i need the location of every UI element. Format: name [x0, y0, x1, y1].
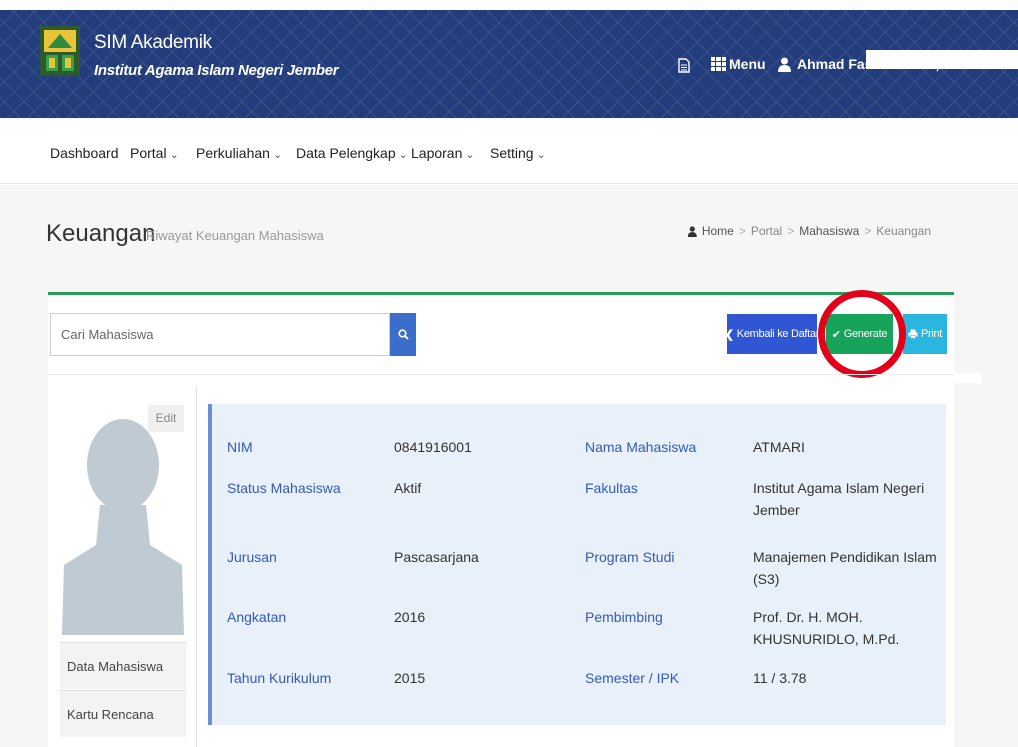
generate-button[interactable]: ✔ Generate	[826, 314, 893, 354]
menu-button[interactable]: Menu	[711, 56, 766, 72]
column-divider	[196, 386, 197, 747]
breadcrumb-separator: >	[738, 224, 746, 238]
value-status: Aktif	[394, 480, 422, 496]
breadcrumb-portal[interactable]: Portal	[751, 224, 782, 238]
nav-label: Setting	[490, 145, 534, 161]
value-tahun-kurikulum: 2015	[394, 670, 426, 686]
label-program-studi: Program Studi	[585, 549, 675, 565]
breadcrumb-mahasiswa[interactable]: Mahasiswa	[799, 224, 859, 238]
label-jurusan: Jurusan	[227, 549, 277, 565]
institution-name: Institut Agama Islam Negeri Jember	[94, 62, 339, 79]
label-nama: Nama Mahasiswa	[585, 439, 697, 455]
label-semester-ipk: Semester / IPK	[585, 670, 680, 686]
nav-label: Laporan	[411, 145, 463, 161]
breadcrumb: Home > Portal > Mahasiswa > Keuangan	[687, 224, 931, 238]
nav-label: Perkuliahan	[196, 145, 270, 161]
grid-icon	[711, 57, 726, 71]
label-fakultas: Fakultas	[585, 480, 638, 496]
print-button[interactable]: Print	[903, 314, 947, 354]
breadcrumb-home[interactable]: Home	[702, 224, 734, 238]
nav-perkuliahan[interactable]: Perkuliahan ⌄	[196, 145, 282, 161]
check-icon: ✔	[831, 328, 841, 341]
document-icon[interactable]	[678, 58, 690, 73]
nav-dashboard[interactable]: Dashboard	[50, 145, 119, 161]
app-title: SIM Akademik	[94, 32, 212, 53]
label-status: Status Mahasiswa	[227, 480, 341, 496]
page-subtitle: Riwayat Keuangan Mahasiswa	[146, 228, 324, 243]
label-tahun-kurikulum: Tahun Kurikulum	[227, 670, 332, 686]
edit-photo-button[interactable]: Edit	[148, 405, 184, 432]
value-pembimbing: Prof. Dr. H. MOH. KHUSNURIDLO, M.Pd.	[753, 609, 900, 647]
chevron-down-icon: ⌄	[272, 149, 283, 161]
print-label: Print	[920, 328, 943, 340]
nav-portal[interactable]: Portal ⌄	[130, 145, 179, 161]
breadcrumb-separator: >	[787, 224, 795, 238]
value-nim: 0841916001	[394, 439, 472, 455]
user-icon	[778, 57, 791, 72]
value-program-studi: Manajemen Pendidikan Islam (S3)	[753, 549, 937, 587]
nav-setting[interactable]: Setting ⌄	[490, 145, 546, 161]
nav-label: Portal	[130, 145, 167, 161]
label-nim: NIM	[227, 439, 253, 455]
nav-label: Dashboard	[50, 145, 119, 161]
generate-label: Generate	[843, 328, 888, 340]
chevron-down-icon: ⌄	[465, 149, 475, 161]
value-nama: ATMARI	[753, 439, 805, 455]
back-label: Kembali ke Daftar	[736, 328, 820, 340]
nav-data-pelengkap[interactable]: Data Pelengkap ⌄	[296, 145, 408, 161]
breadcrumb-separator: >	[864, 224, 872, 238]
value-semester-ipk: 11 / 3.78	[753, 670, 807, 686]
avatar-placeholder-icon	[62, 419, 184, 635]
card-divider	[48, 374, 954, 375]
label-pembimbing: Pembimbing	[585, 609, 663, 625]
value-angkatan: 2016	[394, 609, 426, 625]
side-link-kartu-rencana-studi[interactable]: Kartu Rencana Studi	[60, 690, 186, 737]
breadcrumb-keuangan: Keuangan	[876, 224, 931, 238]
chevron-left-icon: ❮	[724, 328, 734, 341]
label-angkatan: Angkatan	[227, 609, 287, 625]
home-icon	[687, 225, 697, 237]
search-icon	[397, 329, 409, 340]
page-title: Keuangan	[46, 220, 156, 247]
chevron-down-icon: ⌄	[398, 149, 408, 161]
chevron-down-icon: ⌄	[536, 149, 546, 161]
search-input[interactable]	[50, 313, 390, 356]
chevron-down-icon: ⌄	[169, 149, 179, 161]
side-link-data-mahasiswa[interactable]: Data Mahasiswa	[60, 642, 186, 689]
back-to-list-button[interactable]: ❮ Kembali ke Daftar	[724, 314, 820, 354]
institution-logo-icon	[40, 26, 80, 76]
menu-label: Menu	[729, 56, 766, 72]
redaction-bar	[866, 50, 1018, 69]
value-fakultas: Institut Agama Islam Negeri Jember	[753, 480, 925, 518]
avatar	[60, 405, 186, 635]
search-button[interactable]	[390, 313, 416, 356]
nav-label: Data Pelengkap	[296, 145, 396, 161]
print-icon	[908, 329, 918, 339]
value-jurusan: Pascasarjana	[394, 549, 479, 565]
main-nav: Dashboard Portal ⌄ Perkuliahan ⌄ Data Pele…	[0, 118, 1018, 184]
nav-laporan[interactable]: Laporan ⌄	[411, 145, 475, 161]
top-header: SIM Akademik Institut Agama Islam Negeri…	[0, 10, 1018, 118]
